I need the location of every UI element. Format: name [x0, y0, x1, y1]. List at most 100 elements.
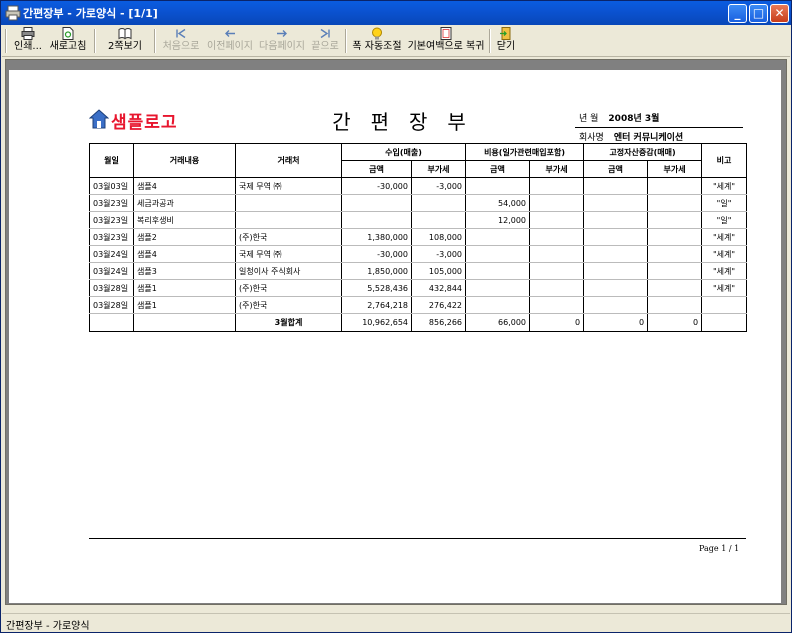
cell-ast-amount	[583, 245, 649, 263]
cell-exp-vat	[529, 296, 585, 314]
footer-divider	[89, 538, 746, 539]
arrow-left-icon	[225, 30, 235, 37]
cell-desc: 세금과공과	[133, 194, 236, 212]
cell-ast-vat	[647, 194, 703, 212]
preview-area[interactable]: 샘플로고 간편장부 년 월 2008년 3월 회사명 엔터 커뮤니케이션 월일 …	[5, 59, 787, 605]
cell-date: 03월03일	[89, 177, 134, 195]
report-page: 샘플로고 간편장부 년 월 2008년 3월 회사명 엔터 커뮤니케이션 월일 …	[9, 70, 781, 603]
reset-margin-button[interactable]: 기본여백으로 복귀	[406, 26, 486, 56]
title-bar[interactable]: 간편장부 - 가로양식 - [1/1] _ □ ✕	[1, 1, 791, 25]
cell-rev-vat: 276,422	[410, 296, 467, 314]
cell-desc: 복리후생비	[133, 211, 236, 229]
cell-rev-amount: 5,528,436	[341, 279, 412, 297]
cell-rev-vat	[410, 211, 467, 229]
cell-partner: (주)한국	[235, 279, 342, 297]
minimize-button[interactable]: _	[728, 4, 747, 23]
first-page-icon	[176, 28, 186, 39]
cell-partner: (주)한국	[235, 296, 342, 314]
cell-exp-amount: 12,000	[465, 211, 531, 229]
company-row: 회사명 엔터 커뮤니케이션	[579, 130, 683, 143]
prev-page-button[interactable]: 이전페이지	[204, 26, 256, 56]
header-rev-amount: 금액	[341, 160, 412, 178]
toolbar: 인쇄... 새로고침 2쪽보기 처음으로 이전페이지 다음페이지 끝으로 폭 자…	[2, 25, 790, 57]
cell-date: 03월23일	[89, 228, 134, 246]
close-window-button[interactable]: ✕	[770, 4, 789, 23]
header-rev-vat: 부가세	[410, 160, 467, 178]
fit-width-button[interactable]: 폭 자동조절	[351, 26, 403, 56]
cell-date: 03월28일	[89, 296, 134, 314]
last-page-button[interactable]: 끝으로	[308, 26, 342, 56]
cell-note: "세계"	[701, 228, 748, 246]
cell-ast-vat	[647, 262, 703, 280]
light-bulb-icon	[372, 27, 382, 40]
cell-note: "세계"	[701, 177, 748, 195]
cell-note: "일"	[701, 211, 748, 229]
cell-note	[701, 296, 748, 314]
sample-logo: 샘플로고	[89, 108, 199, 133]
refresh-button[interactable]: 새로고침	[48, 26, 88, 56]
printer-icon	[21, 27, 35, 40]
header-exp-amount: 금액	[465, 160, 531, 178]
total-exp-vat: 0	[529, 313, 585, 332]
first-page-button[interactable]: 처음으로	[161, 26, 201, 56]
cell-date: 03월23일	[89, 211, 134, 229]
cell-rev-vat: 105,000	[410, 262, 467, 280]
period-row: 년 월 2008년 3월	[579, 111, 659, 124]
header-ast-vat: 부가세	[647, 160, 703, 178]
meta-divider	[575, 127, 743, 128]
cell-rev-vat: 108,000	[410, 228, 467, 246]
maximize-button[interactable]: □	[749, 4, 768, 23]
cell-exp-amount	[465, 296, 531, 314]
document-refresh-icon	[62, 27, 74, 40]
cell-partner	[235, 211, 342, 229]
cell-date: 03월24일	[89, 245, 134, 263]
window-title: 간편장부 - 가로양식 - [1/1]	[23, 7, 158, 20]
close-button[interactable]: 닫기	[494, 26, 518, 56]
period-value: 2008년 3월	[608, 114, 660, 124]
cell-exp-amount: 54,000	[465, 194, 531, 212]
header-exp-vat: 부가세	[529, 160, 585, 178]
print-button[interactable]: 인쇄...	[12, 26, 44, 56]
cell-date: 03월24일	[89, 262, 134, 280]
total-rev-vat: 856,266	[410, 313, 467, 332]
next-page-button[interactable]: 다음페이지	[256, 26, 308, 56]
cell-partner: (주)한국	[235, 228, 342, 246]
company-value: 엔터 커뮤니케이션	[613, 133, 684, 143]
preview-window: 간편장부 - 가로양식 - [1/1] _ □ ✕ 인쇄... 새로고침 2쪽보…	[0, 0, 792, 633]
cell-partner: 국제 무역 ㈜	[235, 245, 342, 263]
cell-rev-amount: 1,380,000	[341, 228, 412, 246]
cell-partner: 일청이사 주식회사	[235, 262, 342, 280]
page-number: Page 1 / 1	[699, 544, 740, 553]
total-label: 3월합계	[235, 313, 342, 332]
cell-rev-amount	[341, 194, 412, 212]
table-row: 03월24일 샘플4 국제 무역 ㈜ -30,000 -3,000 "세계"	[89, 245, 748, 263]
cell-note: "일"	[701, 194, 748, 212]
header-ast-amount: 금액	[583, 160, 649, 178]
cell-exp-vat	[529, 245, 585, 263]
table-row: 03월24일 샘플3 일청이사 주식회사 1,850,000 105,000 "세계"	[89, 262, 748, 280]
page-margin-icon	[440, 27, 452, 40]
total-row: 3월합계 10,962,654 856,266 66,000 0 0 0	[89, 313, 748, 332]
printer-icon	[5, 5, 21, 21]
cell-exp-amount	[465, 262, 531, 280]
cell-rev-amount: -30,000	[341, 177, 412, 195]
cell-exp-vat	[529, 228, 585, 246]
two-page-button[interactable]: 2쪽보기	[106, 26, 144, 56]
header-revenue: 수입(매출)	[340, 143, 467, 161]
header-expense: 비용(일가관련매입포함)	[465, 143, 585, 161]
last-page-icon	[320, 28, 330, 39]
report-title: 간편장부	[332, 110, 486, 134]
cell-exp-amount	[465, 228, 531, 246]
table-row: 03월03일 샘플4 국제 무역 ㈜ -30,000 -3,000 "세계"	[89, 177, 748, 195]
cell-rev-amount: 1,850,000	[341, 262, 412, 280]
cell-exp-amount	[465, 279, 531, 297]
cell-desc: 샘플1	[133, 296, 236, 314]
cell-ast-amount	[583, 228, 649, 246]
cell-ast-amount	[583, 279, 649, 297]
toolbar-grip	[5, 29, 7, 53]
table-row: 03월23일 샘플2 (주)한국 1,380,000 108,000 "세계"	[89, 228, 748, 246]
cell-rev-vat	[410, 194, 467, 212]
cell-date: 03월23일	[89, 194, 134, 212]
cell-exp-vat	[529, 177, 585, 195]
table-row: 03월23일 복리후생비 12,000 "일"	[89, 211, 748, 229]
